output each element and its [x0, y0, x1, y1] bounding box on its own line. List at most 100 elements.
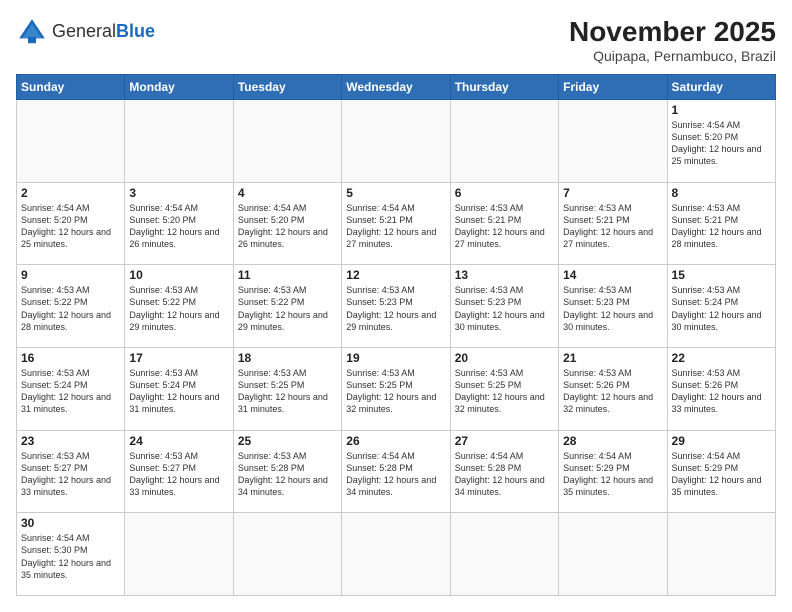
- day-number: 15: [672, 268, 771, 282]
- table-row: 21 Sunrise: 4:53 AM Sunset: 5:26 PM Dayli…: [559, 347, 667, 430]
- day-info: Sunrise: 4:53 AM Sunset: 5:25 PM Dayligh…: [455, 367, 554, 416]
- title-section: November 2025 Quipapa, Pernambuco, Brazi…: [569, 16, 776, 64]
- day-number: 16: [21, 351, 120, 365]
- table-row: [125, 100, 233, 183]
- table-row: [450, 100, 558, 183]
- table-row: 25Sunrise: 4:53 AM Sunset: 5:28 PM Dayli…: [233, 430, 341, 513]
- month-title: November 2025: [569, 16, 776, 48]
- table-row: 3 Sunrise: 4:54 AM Sunset: 5:20 PM Daylig…: [125, 182, 233, 265]
- table-row: 2Sunrise: 4:54 AM Sunset: 5:20 PM Daylig…: [17, 182, 125, 265]
- day-number: 3: [129, 186, 228, 200]
- day-info: Sunrise: 4:54 AM Sunset: 5:28 PM Dayligh…: [455, 450, 554, 499]
- day-info: Sunrise: 4:53 AM Sunset: 5:25 PM Dayligh…: [346, 367, 445, 416]
- day-info: Sunrise: 4:54 AM Sunset: 5:28 PM Dayligh…: [346, 450, 445, 499]
- col-saturday: Saturday: [667, 75, 775, 100]
- table-row: [450, 513, 558, 596]
- header-row: Sunday Monday Tuesday Wednesday Thursday…: [17, 75, 776, 100]
- col-sunday: Sunday: [17, 75, 125, 100]
- day-info: Sunrise: 4:53 AM Sunset: 5:22 PM Dayligh…: [21, 284, 120, 333]
- day-number: 29: [672, 434, 771, 448]
- day-number: 17: [129, 351, 228, 365]
- day-number: 2: [21, 186, 120, 200]
- day-info: Sunrise: 4:54 AM Sunset: 5:29 PM Dayligh…: [563, 450, 662, 499]
- day-info: Sunrise: 4:53 AM Sunset: 5:23 PM Dayligh…: [455, 284, 554, 333]
- table-row: 16Sunrise: 4:53 AM Sunset: 5:24 PM Dayli…: [17, 347, 125, 430]
- day-number: 24: [129, 434, 228, 448]
- day-info: Sunrise: 4:54 AM Sunset: 5:20 PM Dayligh…: [129, 202, 228, 251]
- calendar: Sunday Monday Tuesday Wednesday Thursday…: [16, 74, 776, 596]
- table-row: 24 Sunrise: 4:53 AM Sunset: 5:27 PM Dayli…: [125, 430, 233, 513]
- table-row: [233, 100, 341, 183]
- day-info: Sunrise: 4:53 AM Sunset: 5:21 PM Dayligh…: [563, 202, 662, 251]
- logo-icon: [16, 16, 48, 48]
- day-number: 10: [129, 268, 228, 282]
- day-number: 12: [346, 268, 445, 282]
- day-info: Sunrise: 4:53 AM Sunset: 5:22 PM Dayligh…: [129, 284, 228, 333]
- table-row: 8 Sunrise: 4:53 AM Sunset: 5:21 PM Daylig…: [667, 182, 775, 265]
- table-row: 1Sunrise: 4:54 AM Sunset: 5:20 PM Daylig…: [667, 100, 775, 183]
- day-number: 20: [455, 351, 554, 365]
- day-number: 22: [672, 351, 771, 365]
- day-number: 13: [455, 268, 554, 282]
- table-row: 7Sunrise: 4:53 AM Sunset: 5:21 PM Daylig…: [559, 182, 667, 265]
- day-number: 21: [563, 351, 662, 365]
- day-number: 4: [238, 186, 337, 200]
- day-number: 23: [21, 434, 120, 448]
- table-row: [342, 100, 450, 183]
- day-info: Sunrise: 4:53 AM Sunset: 5:21 PM Dayligh…: [455, 202, 554, 251]
- day-number: 18: [238, 351, 337, 365]
- day-info: Sunrise: 4:54 AM Sunset: 5:20 PM Dayligh…: [238, 202, 337, 251]
- day-number: 30: [21, 516, 120, 530]
- table-row: 4 Sunrise: 4:54 AM Sunset: 5:20 PM Daylig…: [233, 182, 341, 265]
- table-row: 11Sunrise: 4:53 AM Sunset: 5:22 PM Dayli…: [233, 265, 341, 348]
- calendar-header: Sunday Monday Tuesday Wednesday Thursday…: [17, 75, 776, 100]
- table-row: [233, 513, 341, 596]
- table-row: 28 Sunrise: 4:54 AM Sunset: 5:29 PM Dayli…: [559, 430, 667, 513]
- col-thursday: Thursday: [450, 75, 558, 100]
- table-row: [667, 513, 775, 596]
- table-row: 6 Sunrise: 4:53 AM Sunset: 5:21 PM Daylig…: [450, 182, 558, 265]
- day-info: Sunrise: 4:53 AM Sunset: 5:24 PM Dayligh…: [129, 367, 228, 416]
- table-row: 20 Sunrise: 4:53 AM Sunset: 5:25 PM Dayli…: [450, 347, 558, 430]
- table-row: 14Sunrise: 4:53 AM Sunset: 5:23 PM Dayli…: [559, 265, 667, 348]
- day-number: 14: [563, 268, 662, 282]
- table-row: 26 Sunrise: 4:54 AM Sunset: 5:28 PM Dayli…: [342, 430, 450, 513]
- header: GeneralBlue November 2025 Quipapa, Perna…: [16, 16, 776, 64]
- day-info: Sunrise: 4:53 AM Sunset: 5:21 PM Dayligh…: [672, 202, 771, 251]
- day-number: 8: [672, 186, 771, 200]
- day-info: Sunrise: 4:53 AM Sunset: 5:26 PM Dayligh…: [672, 367, 771, 416]
- day-number: 25: [238, 434, 337, 448]
- day-info: Sunrise: 4:53 AM Sunset: 5:25 PM Dayligh…: [238, 367, 337, 416]
- table-row: 13 Sunrise: 4:53 AM Sunset: 5:23 PM Dayli…: [450, 265, 558, 348]
- col-friday: Friday: [559, 75, 667, 100]
- table-row: 29Sunrise: 4:54 AM Sunset: 5:29 PM Dayli…: [667, 430, 775, 513]
- day-number: 28: [563, 434, 662, 448]
- col-wednesday: Wednesday: [342, 75, 450, 100]
- col-monday: Monday: [125, 75, 233, 100]
- location: Quipapa, Pernambuco, Brazil: [569, 48, 776, 64]
- table-row: 9 Sunrise: 4:53 AM Sunset: 5:22 PM Daylig…: [17, 265, 125, 348]
- day-number: 26: [346, 434, 445, 448]
- table-row: 27Sunrise: 4:54 AM Sunset: 5:28 PM Dayli…: [450, 430, 558, 513]
- table-row: 5Sunrise: 4:54 AM Sunset: 5:21 PM Daylig…: [342, 182, 450, 265]
- table-row: 19 Sunrise: 4:53 AM Sunset: 5:25 PM Dayli…: [342, 347, 450, 430]
- calendar-body: 1 Sunrise: 4:54 AM Sunset: 5:20 PM Daylig…: [17, 100, 776, 596]
- day-number: 1: [672, 103, 771, 117]
- day-info: Sunrise: 4:53 AM Sunset: 5:26 PM Dayligh…: [563, 367, 662, 416]
- table-row: 22 Sunrise: 4:53 AM Sunset: 5:26 PM Dayli…: [667, 347, 775, 430]
- day-number: 19: [346, 351, 445, 365]
- day-info: Sunrise: 4:53 AM Sunset: 5:23 PM Dayligh…: [346, 284, 445, 333]
- day-number: 6: [455, 186, 554, 200]
- table-row: 12 Sunrise: 4:53 AM Sunset: 5:23 PM Dayli…: [342, 265, 450, 348]
- table-row: 17 Sunrise: 4:53 AM Sunset: 5:24 PM Dayli…: [125, 347, 233, 430]
- day-info: Sunrise: 4:53 AM Sunset: 5:22 PM Dayligh…: [238, 284, 337, 333]
- day-number: 5: [346, 186, 445, 200]
- day-number: 9: [21, 268, 120, 282]
- day-info: Sunrise: 4:54 AM Sunset: 5:30 PM Dayligh…: [21, 532, 120, 581]
- logo-text: GeneralBlue: [52, 22, 155, 42]
- table-row: 23Sunrise: 4:53 AM Sunset: 5:27 PM Dayli…: [17, 430, 125, 513]
- page: GeneralBlue November 2025 Quipapa, Perna…: [0, 0, 792, 612]
- table-row: 15Sunrise: 4:53 AM Sunset: 5:24 PM Dayli…: [667, 265, 775, 348]
- day-info: Sunrise: 4:53 AM Sunset: 5:27 PM Dayligh…: [129, 450, 228, 499]
- table-row: [559, 513, 667, 596]
